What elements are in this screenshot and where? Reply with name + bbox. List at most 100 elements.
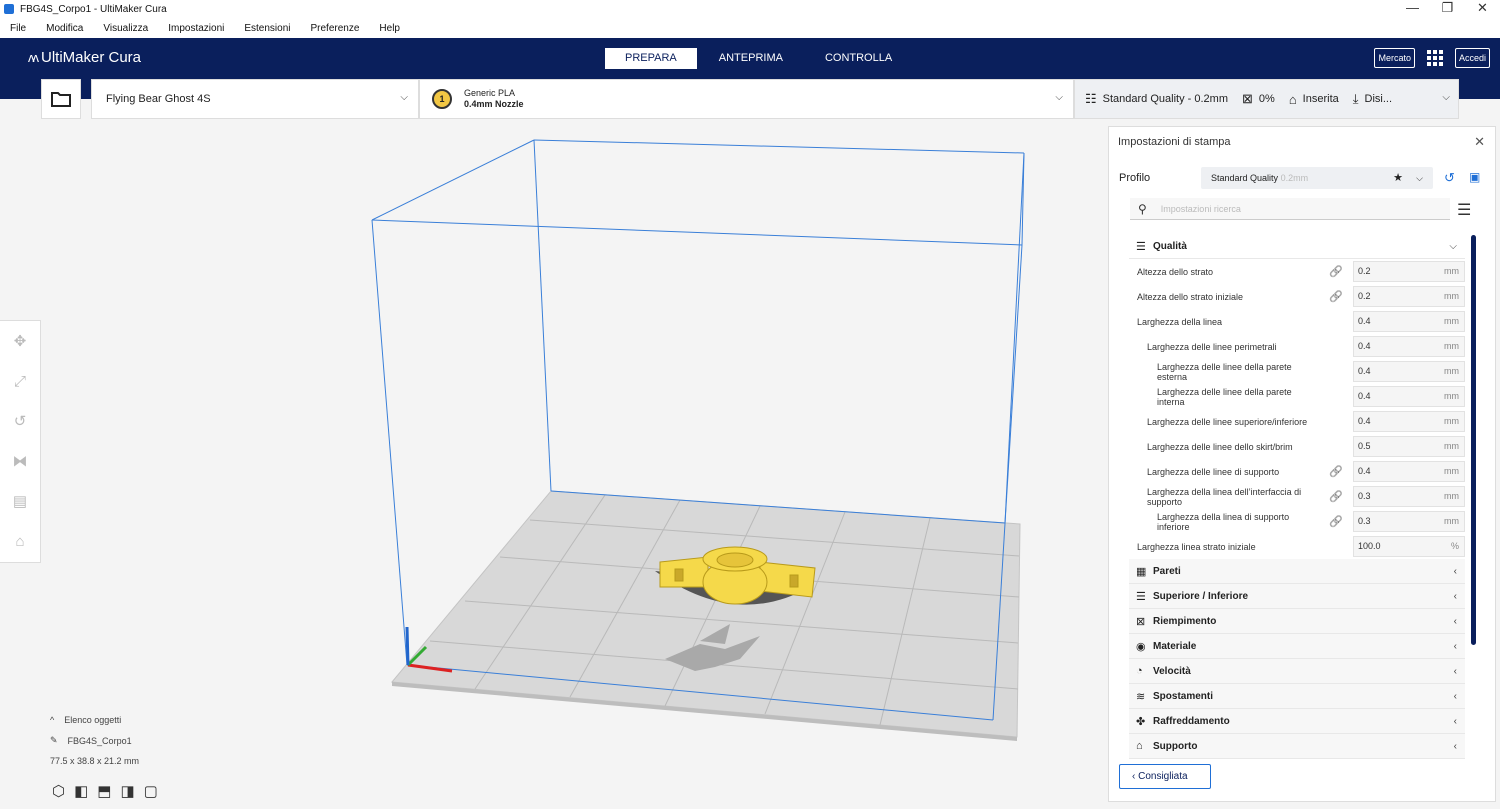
link-icon[interactable]: 🔗 bbox=[1329, 265, 1343, 278]
menu-estensioni[interactable]: Estensioni bbox=[244, 23, 290, 34]
category-raffreddamento[interactable]: ✤ Raffreddamento ‹ bbox=[1129, 709, 1465, 734]
setting-value-input[interactable]: 0.4 mm bbox=[1353, 361, 1465, 382]
object-name-row[interactable]: ✎ FBG4S_Corpo1 bbox=[50, 735, 139, 746]
apps-grid-icon[interactable] bbox=[1426, 50, 1443, 66]
object-name: FBG4S_Corpo1 bbox=[67, 735, 132, 746]
menu-help[interactable]: Help bbox=[379, 23, 400, 34]
view-left-icon[interactable]: ◨ bbox=[120, 782, 134, 800]
setting-label: Larghezza della linea di supporto inferi… bbox=[1157, 511, 1290, 532]
link-icon[interactable]: 🔗 bbox=[1329, 490, 1343, 503]
setting-row: Larghezza delle linee di supporto 🔗 0.4 mm bbox=[1129, 459, 1465, 484]
setting-row: Altezza dello strato 🔗 0.2 mm bbox=[1129, 259, 1465, 284]
menu-visualizza[interactable]: Visualizza bbox=[103, 23, 148, 34]
collapsed-categories: ▦ Pareti ‹ ☰ Superiore / Inferiore ‹ ⊠ Riempime… bbox=[1129, 559, 1465, 759]
category-superiore-inferiore[interactable]: ☰ Superiore / Inferiore ‹ bbox=[1129, 584, 1465, 609]
marketplace-button[interactable]: Mercato bbox=[1374, 48, 1415, 68]
object-list: ^ Elenco oggetti ✎ FBG4S_Corpo1 77.5 x 3… bbox=[50, 715, 139, 776]
setting-label: Larghezza della linea bbox=[1137, 316, 1223, 327]
object-list-toggle[interactable]: ^ Elenco oggetti bbox=[50, 715, 139, 725]
printer-selector[interactable]: Flying Bear Ghost 4S ⌵ bbox=[91, 79, 419, 119]
menu-impostazioni[interactable]: Impostazioni bbox=[168, 23, 224, 34]
support-blocker-icon[interactable]: ⌂ bbox=[0, 521, 40, 561]
setting-value: 100.0 bbox=[1358, 541, 1381, 551]
tab-prepara[interactable]: PREPARA bbox=[605, 48, 697, 69]
open-file-button[interactable] bbox=[41, 79, 81, 119]
quality-profile: Standard Quality - 0.2mm bbox=[1102, 93, 1228, 105]
setting-value-input[interactable]: 0.2 mm bbox=[1353, 261, 1465, 282]
search-input[interactable]: Impostazioni ricerca bbox=[1161, 204, 1241, 214]
setting-row: Larghezza delle linee della parete inter… bbox=[1129, 384, 1465, 409]
3d-viewport[interactable] bbox=[0, 119, 1108, 809]
recommended-label: Consigliata bbox=[1138, 771, 1188, 782]
object-list-label: Elenco oggetti bbox=[64, 715, 122, 725]
menu-file[interactable]: File bbox=[10, 23, 26, 34]
setting-value: 0.4 bbox=[1358, 366, 1371, 376]
maximize-icon[interactable]: ❐ bbox=[1430, 0, 1465, 18]
material-selector[interactable]: 1 Generic PLA 0.4mm Nozzle ⌵ bbox=[419, 79, 1074, 119]
material-info: Generic PLA 0.4mm Nozzle bbox=[464, 88, 524, 110]
mirror-tool-icon[interactable]: ⧓ bbox=[0, 441, 40, 481]
print-setup-selector[interactable]: ☷ Standard Quality - 0.2mm ⊠ 0% ⌂ Inseri… bbox=[1074, 79, 1459, 119]
close-icon[interactable]: ✕ bbox=[1474, 134, 1485, 150]
setting-value-input[interactable]: 0.2 mm bbox=[1353, 286, 1465, 307]
category-qualita[interactable]: ☰ Qualità ⌵ bbox=[1129, 234, 1465, 259]
adhesion-icon: ⤓ bbox=[1352, 91, 1359, 106]
adhesion-value: Disi... bbox=[1364, 93, 1393, 105]
category-materiale[interactable]: ◉ Materiale ‹ bbox=[1129, 634, 1465, 659]
setting-value-input[interactable]: 0.4 mm bbox=[1353, 311, 1465, 332]
infill-icon: ⊠ bbox=[1242, 91, 1253, 106]
link-icon[interactable]: 🔗 bbox=[1329, 515, 1343, 528]
camera-view-buttons: ⬡ ◧ ⬒ ◨ ▢ bbox=[52, 782, 167, 800]
category-supporto[interactable]: ⌂ Supporto ‹ bbox=[1129, 734, 1465, 759]
move-tool-icon[interactable]: ✥ bbox=[0, 321, 40, 361]
rotate-tool-icon[interactable]: ↺ bbox=[0, 401, 40, 441]
reset-icon[interactable]: ↺ bbox=[1444, 170, 1455, 186]
ultimaker-logo-icon: ʌʌ bbox=[28, 50, 39, 65]
tab-controlla[interactable]: CONTROLLA bbox=[805, 48, 912, 69]
view-3d-icon[interactable]: ⬡ bbox=[52, 782, 65, 800]
setting-value-input[interactable]: 0.4 mm bbox=[1353, 386, 1465, 407]
link-icon[interactable]: 🔗 bbox=[1329, 465, 1343, 478]
signin-button[interactable]: Accedi bbox=[1454, 48, 1490, 68]
settings-scrollbar[interactable] bbox=[1471, 235, 1476, 645]
setting-value-input[interactable]: 0.5 mm bbox=[1353, 436, 1465, 457]
menu-preferenze[interactable]: Preferenze bbox=[311, 23, 360, 34]
profile-value: Standard Quality bbox=[1211, 173, 1279, 183]
setting-value-input[interactable]: 0.3 mm bbox=[1353, 511, 1465, 532]
setting-value-input[interactable]: 100.0% bbox=[1353, 536, 1465, 557]
per-model-settings-icon[interactable]: ▤ bbox=[0, 481, 40, 521]
setting-unit: mm bbox=[1444, 266, 1459, 276]
material-name: Generic PLA bbox=[464, 88, 516, 98]
menu-modifica[interactable]: Modifica bbox=[46, 23, 83, 34]
recommended-button[interactable]: ‹ Consigliata bbox=[1119, 764, 1211, 789]
settings-search[interactable]: ⚲ Impostazioni ricerca bbox=[1130, 198, 1450, 220]
category-riempimento[interactable]: ⊠ Riempimento ‹ bbox=[1129, 609, 1465, 634]
view-right-icon[interactable]: ▢ bbox=[144, 782, 158, 800]
profile-dropdown[interactable]: Standard Quality 0.2mm ★ ⌵ bbox=[1201, 167, 1433, 189]
star-icon[interactable]: ★ bbox=[1393, 167, 1403, 189]
setting-value-input[interactable]: 0.4 mm bbox=[1353, 411, 1465, 432]
save-icon[interactable]: ▣ bbox=[1469, 170, 1480, 184]
infill-icon: ⊠ bbox=[1136, 615, 1146, 628]
category-pareti[interactable]: ▦ Pareti ‹ bbox=[1129, 559, 1465, 584]
setting-value: 0.4 bbox=[1358, 466, 1371, 476]
link-icon[interactable]: 🔗 bbox=[1329, 290, 1343, 303]
setting-value-input[interactable]: 0.4 mm bbox=[1353, 336, 1465, 357]
setting-row: Altezza dello strato iniziale 🔗 0.2 mm bbox=[1129, 284, 1465, 309]
category-spostamenti[interactable]: ≋ Spostamenti ‹ bbox=[1129, 684, 1465, 709]
category-velocit-[interactable]: ◔ Velocità ‹ bbox=[1129, 659, 1465, 684]
close-icon[interactable]: ✕ bbox=[1465, 0, 1500, 18]
setting-value: 0.4 bbox=[1358, 391, 1371, 401]
setting-value-input[interactable]: 0.3 mm bbox=[1353, 486, 1465, 507]
view-front-icon[interactable]: ◧ bbox=[74, 782, 88, 800]
chevron-left-icon: ‹ bbox=[1453, 690, 1457, 702]
setting-value-input[interactable]: 0.4 mm bbox=[1353, 461, 1465, 482]
setting-value: 0.2 bbox=[1358, 266, 1371, 276]
view-top-icon[interactable]: ⬒ bbox=[97, 782, 111, 800]
setting-label: Larghezza delle linee superiore/inferior… bbox=[1147, 416, 1308, 427]
tab-anteprima[interactable]: ANTEPRIMA bbox=[699, 48, 803, 69]
minimize-icon[interactable]: — bbox=[1395, 0, 1430, 18]
setting-value: 0.4 bbox=[1358, 316, 1371, 326]
scale-tool-icon[interactable]: ⤢ bbox=[0, 361, 40, 401]
settings-visibility-menu-icon[interactable]: ☰ bbox=[1457, 200, 1471, 220]
